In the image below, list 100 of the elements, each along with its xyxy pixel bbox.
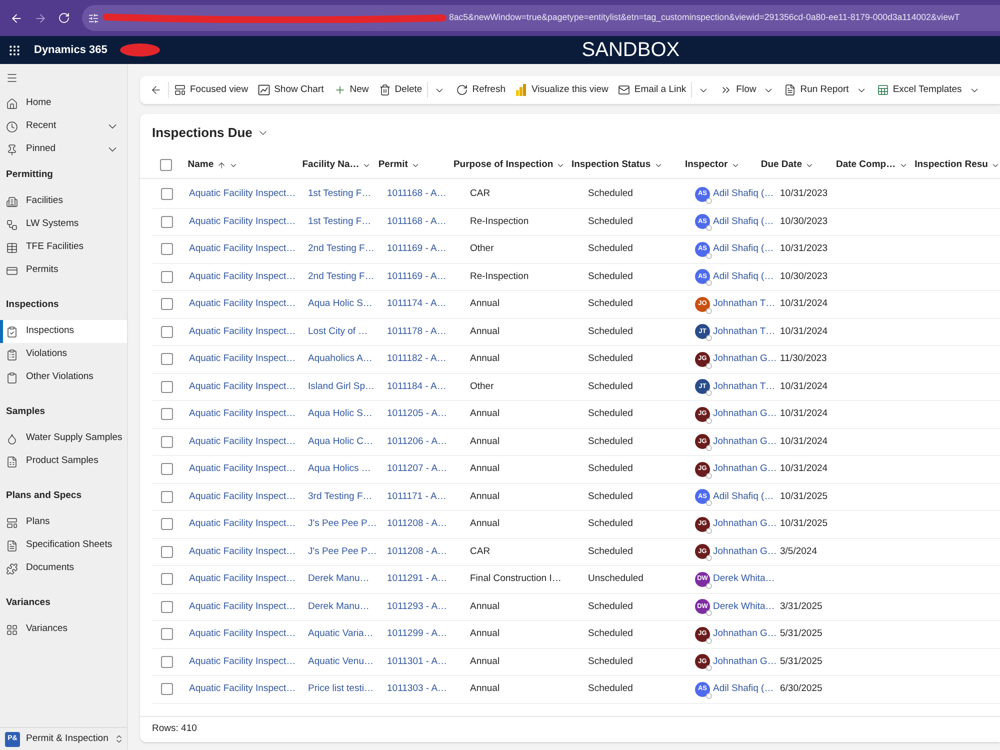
facility-link[interactable]: 1st Testing F… [308,187,372,202]
facility-link[interactable]: J's Pee Pee P… [308,517,377,532]
row-checkbox[interactable] [161,546,173,558]
inspector-link[interactable]: Derek Whita… [713,600,775,614]
inspection-link[interactable]: Aquatic Facility Inspect… [189,242,296,256]
toolbar-menu-button[interactable]: Flow [715,78,780,102]
nav-item[interactable]: Permits [0,259,127,282]
facility-link[interactable]: Aqua Holic S… [308,407,372,422]
permit-link[interactable]: 1011303 - A… [387,682,448,696]
permit-link[interactable]: 1011208 - A… [387,517,448,532]
row-checkbox[interactable] [161,656,173,668]
inspection-link[interactable]: Aquatic Facility Inspect… [189,517,296,532]
facility-link[interactable]: Aquatic Varia… [308,627,374,642]
permit-link[interactable]: 1011184 - A… [387,380,446,394]
address-bar[interactable]: 8ac5&newWindow=true&pagetype=entitylist&etn=tag_custominspection&viewid=291356cd-0a80-ee11-8179-000d3a114002&viewT [82,5,1000,31]
column-header[interactable]: Name [188,158,238,172]
facility-link[interactable]: 2nd Testing F… [308,242,374,256]
menu-button[interactable] [6,72,18,84]
toolbar-button[interactable]: Delete [374,78,428,102]
toolbar-button[interactable]: Email a Link [613,78,692,102]
inspection-link[interactable]: Aquatic Facility Inspect… [189,297,296,312]
facility-link[interactable]: Aqua Holic S… [308,297,372,312]
facility-link[interactable]: J's Pee Pee P… [308,544,377,559]
inspection-link[interactable]: Aquatic Facility Inspect… [189,187,296,202]
facility-link[interactable]: Price list testi… [308,682,374,696]
facility-link[interactable]: 1st Testing F… [308,214,372,229]
permit-link[interactable]: 1011182 - A… [387,352,446,366]
inspector-link[interactable]: Adil Shafiq (… [713,242,774,256]
column-header[interactable]: Facility Na… [302,158,372,172]
inspection-link[interactable]: Aquatic Facility Inspect… [189,270,296,284]
inspector-link[interactable]: Johnathan G… [713,352,777,366]
row-checkbox[interactable] [161,326,173,338]
nav-item[interactable]: LW Systems [0,213,127,236]
nav-item[interactable]: Documents [0,557,127,580]
permit-link[interactable]: 1011208 - A… [387,544,448,559]
row-checkbox[interactable] [161,436,173,448]
toolbar-button[interactable]: New [328,78,374,102]
inspection-link[interactable]: Aquatic Facility Inspect… [189,627,296,642]
row-checkbox[interactable] [161,243,173,256]
inspection-link[interactable]: Aquatic Facility Inspect… [189,214,296,229]
row-checkbox[interactable] [161,683,173,696]
inspector-link[interactable]: Adil Shafiq (… [713,214,774,229]
row-checkbox[interactable] [161,270,173,283]
view-selector[interactable]: Inspections Due [152,123,270,143]
select-all-checkbox[interactable] [160,159,172,171]
nav-item[interactable]: Recent [0,115,127,138]
row-checkbox[interactable] [161,573,173,586]
permit-link[interactable]: 1011206 - A… [387,434,448,449]
row-checkbox[interactable] [161,408,173,420]
row-checkbox[interactable] [161,518,173,530]
inspection-link[interactable]: Aquatic Facility Inspect… [189,572,296,586]
nav-item[interactable]: Other Violations [0,366,127,389]
inspection-link[interactable]: Aquatic Facility Inspect… [189,462,296,476]
toolbar-button[interactable]: Focused view [169,78,254,102]
nav-item[interactable]: Product Samples [0,450,127,473]
row-checkbox[interactable] [161,490,173,503]
row-checkbox[interactable] [161,380,173,393]
inspector-link[interactable]: Adil Shafiq (… [713,270,774,284]
facility-link[interactable]: Lost City of … [308,324,368,339]
permit-link[interactable]: 1011207 - A… [387,462,448,476]
column-header[interactable]: Inspector [684,158,740,172]
inspector-link[interactable]: Johnathan G… [713,517,777,532]
inspector-link[interactable]: Adil Shafiq (… [713,187,774,202]
inspection-link[interactable]: Aquatic Facility Inspect… [189,380,296,394]
inspection-link[interactable]: Aquatic Facility Inspect… [189,682,296,696]
row-checkbox[interactable] [161,628,173,640]
nav-item[interactable]: TFE Facilities [0,236,127,259]
row-checkbox[interactable] [161,463,173,476]
inspection-link[interactable]: Aquatic Facility Inspect… [189,490,296,504]
inspector-link[interactable]: Johnathan G… [713,462,777,476]
toolbar-button[interactable]: Refresh [451,78,510,102]
nav-item[interactable]: Specification Sheets [0,534,127,557]
nav-item[interactable]: Plans [0,511,127,534]
inspector-link[interactable]: Johnathan G… [713,544,777,559]
inspection-link[interactable]: Aquatic Facility Inspect… [189,654,296,669]
permit-link[interactable]: 1011291 - A… [387,572,448,586]
inspection-link[interactable]: Aquatic Facility Inspect… [189,324,296,339]
column-header[interactable]: Due Date [760,158,814,172]
inspection-link[interactable]: Aquatic Facility Inspect… [189,544,296,559]
permit-link[interactable]: 1011299 - A… [387,627,448,642]
column-header[interactable]: Inspection Resu [914,158,1000,172]
permit-link[interactable]: 1011169 - A… [387,270,446,284]
row-checkbox[interactable] [161,600,173,613]
facility-link[interactable]: Island Girl Sp… [308,380,375,394]
column-header[interactable]: Inspection Status [571,158,663,172]
inspection-link[interactable]: Aquatic Facility Inspect… [189,352,296,366]
facility-link[interactable]: Derek Manu… [308,572,370,586]
facility-link[interactable]: Aquatic Venu… [308,654,374,669]
nav-item[interactable]: Violations [0,343,127,366]
app-launcher-button[interactable] [7,43,21,57]
nav-item[interactable]: Inspections [0,320,127,343]
facility-link[interactable]: Derek Manu… [308,600,370,614]
nav-item[interactable]: Water Supply Samples [0,427,127,450]
toolbar-menu-button[interactable]: Run Report [779,78,872,102]
column-header[interactable]: Purpose of Inspection [453,158,566,172]
permit-link[interactable]: 1011169 - A… [387,242,446,256]
nav-item[interactable]: Pinned [0,138,127,161]
inspection-link[interactable]: Aquatic Facility Inspect… [189,600,296,614]
toolbar-button[interactable]: Show Chart [253,78,329,102]
inspection-link[interactable]: Aquatic Facility Inspect… [189,407,296,422]
